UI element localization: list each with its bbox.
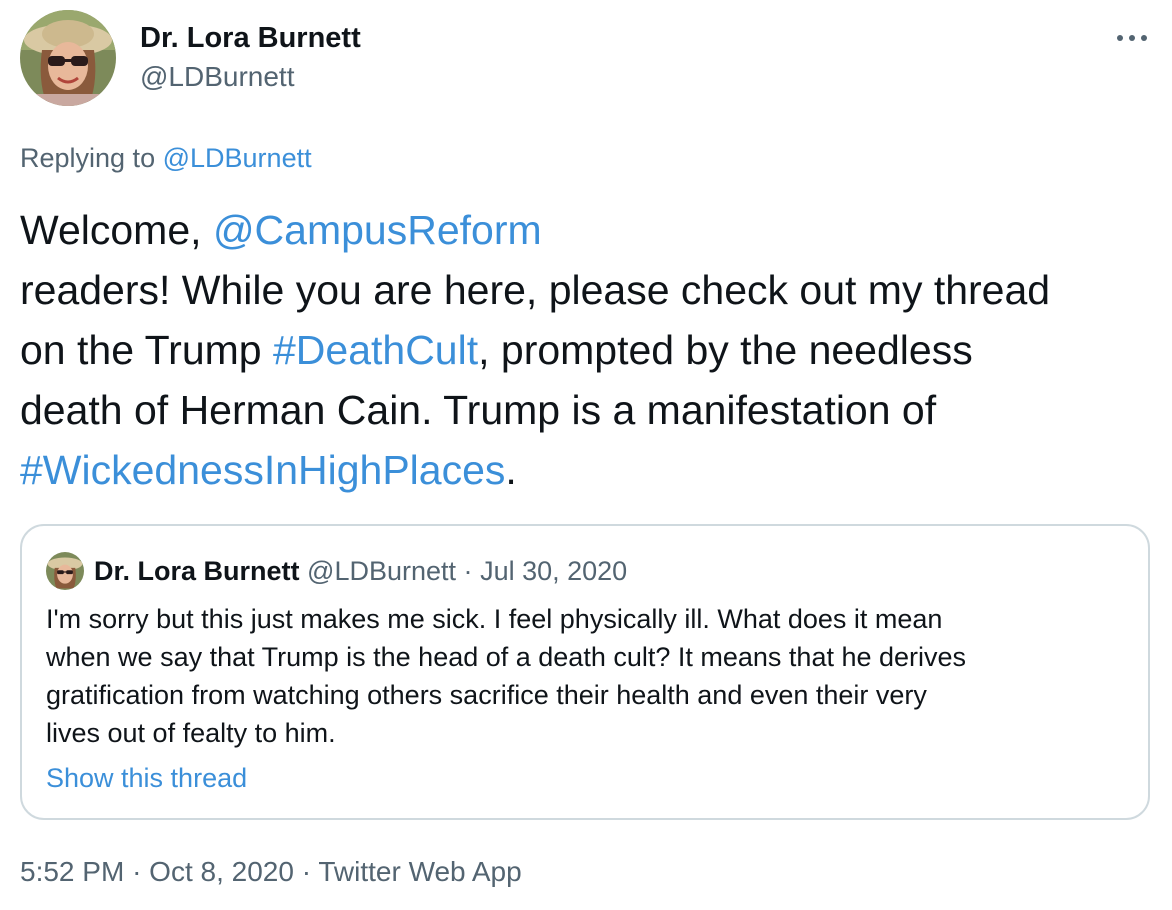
more-dots-icon: [1117, 35, 1147, 41]
quoted-tweet-header: Dr. Lora Burnett @LDBurnett · Jul 30, 20…: [94, 554, 627, 588]
quoted-tweet-card[interactable]: Dr. Lora Burnett @LDBurnett · Jul 30, 20…: [20, 524, 1150, 820]
quoted-avatar-image: [46, 552, 84, 590]
quoted-author-avatar: [46, 552, 84, 590]
tweet-line-4: death of Herman Cain. Trump is a manifes…: [20, 387, 937, 433]
author-handle[interactable]: @LDBurnett: [140, 60, 295, 94]
avatar-image: [20, 10, 116, 106]
tweet-time-link[interactable]: 5:52 PM: [20, 856, 124, 887]
mention-link-campusreform[interactable]: @CampusReform: [213, 207, 542, 253]
more-options-button[interactable]: [1110, 20, 1154, 56]
reply-context-prefix: Replying to: [20, 143, 156, 173]
quoted-author-name: Dr. Lora Burnett: [94, 556, 300, 586]
meta-separator: ·: [301, 856, 312, 887]
reply-context: Replying to @LDBurnett: [20, 140, 312, 176]
author-avatar[interactable]: [20, 10, 116, 106]
tweet-date-link[interactable]: Oct 8, 2020: [149, 856, 294, 887]
tweet-text-on-the-trump: on the Trump: [20, 327, 262, 373]
tweet-line-2: readers! While you are here, please chec…: [20, 267, 1051, 313]
tweet-text-welcome: Welcome,: [20, 207, 202, 253]
tweet-line-1: Welcome, @CampusReform: [20, 200, 1160, 260]
quoted-text-line: gratification from watching others sacri…: [46, 680, 927, 710]
tweet-meta: 5:52 PM · Oct 8, 2020 · Twitter Web App: [20, 854, 522, 890]
meta-separator: ·: [132, 856, 142, 887]
reply-context-handle-link[interactable]: @LDBurnett: [163, 143, 312, 173]
quoted-tweet-text: I'm sorry but this just makes me sick. I…: [46, 600, 966, 752]
tweet-text: Welcome, @CampusReform readers! While yo…: [20, 200, 1160, 500]
quoted-separator: ·: [463, 556, 473, 586]
quoted-text-line: I'm sorry but this just makes me sick. I…: [46, 604, 943, 634]
quoted-text-line: when we say that Trump is the head of a …: [46, 642, 967, 672]
hashtag-link-wickedness[interactable]: #WickednessInHighPlaces: [20, 447, 505, 493]
tweet-source-link[interactable]: Twitter Web App: [318, 856, 521, 887]
hashtag-link-deathcult[interactable]: #DeathCult: [273, 327, 478, 373]
tweet-line-3: on the Trump #DeathCult, prompted by the…: [20, 320, 1160, 380]
quoted-author-handle: @LDBurnett: [307, 556, 457, 586]
author-name[interactable]: Dr. Lora Burnett: [140, 20, 361, 56]
tweet-text-prompted: , prompted by the needless: [478, 327, 973, 373]
tweet-line-5: #WickednessInHighPlaces.: [20, 440, 1160, 500]
quoted-text-line: lives out of fealty to him.: [46, 718, 336, 748]
tweet-text-period: .: [505, 447, 517, 493]
show-this-thread-link[interactable]: Show this thread: [46, 760, 247, 796]
quoted-date: Jul 30, 2020: [480, 556, 628, 586]
